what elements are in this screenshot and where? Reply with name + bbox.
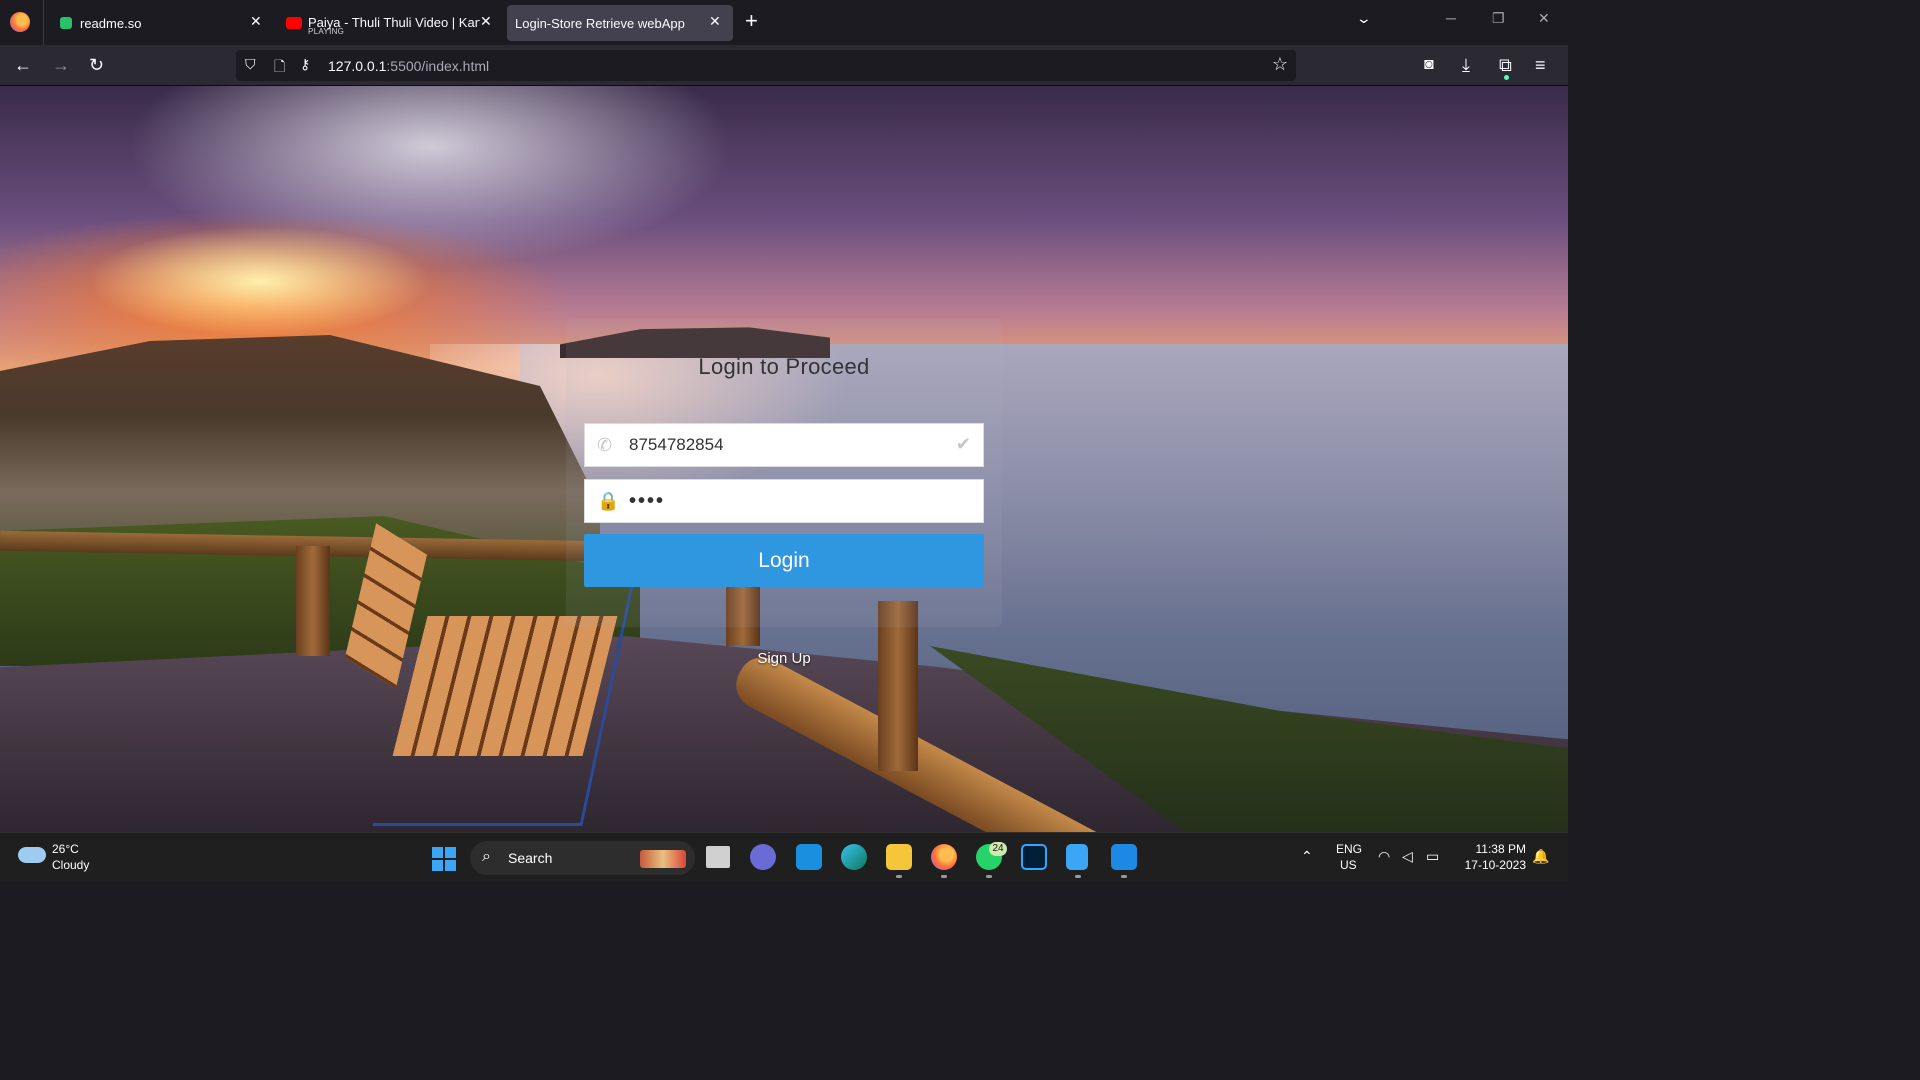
minimize-icon[interactable]: ─ xyxy=(1446,10,1456,26)
back-arrow-icon[interactable]: ← xyxy=(14,54,32,76)
teams-chat-icon[interactable] xyxy=(750,844,776,870)
phone-field[interactable]: ✆ ✔ xyxy=(584,423,984,467)
language-label[interactable]: ENG xyxy=(1336,842,1362,856)
download-icon[interactable]: ⤓ xyxy=(1462,54,1470,76)
wifi-icon[interactable]: ◠ xyxy=(1378,848,1390,865)
signup-link[interactable]: Sign Up xyxy=(734,650,834,667)
reload-icon[interactable]: ↻ xyxy=(89,54,104,76)
photoshop-icon[interactable] xyxy=(1021,844,1047,870)
login-button[interactable]: Login xyxy=(584,534,984,587)
edge-browser-icon[interactable] xyxy=(841,844,867,870)
notification-count-badge: 24 xyxy=(989,842,1007,856)
page-info-icon[interactable]: 🗋 xyxy=(274,56,285,80)
search-label: Search xyxy=(508,850,553,866)
search-highlight-art xyxy=(640,850,686,868)
battery-icon[interactable]: ▭ xyxy=(1426,848,1439,865)
tab-login-active[interactable]: Login-Store Retrieve webApp ✕ xyxy=(507,5,733,41)
url-host: 127.0.0.1 xyxy=(328,58,387,74)
running-indicator xyxy=(986,875,992,878)
extensions-icon[interactable]: ⧉ xyxy=(1499,54,1512,76)
pocket-icon[interactable]: ◙ xyxy=(1424,54,1434,76)
restore-icon[interactable]: ❐ xyxy=(1492,10,1505,27)
shield-icon[interactable]: ⛉ xyxy=(245,56,256,73)
tab-close-icon[interactable]: ✕ xyxy=(709,13,721,30)
tab-title: readme.so xyxy=(80,16,142,31)
running-indicator xyxy=(941,875,947,878)
running-indicator xyxy=(1121,875,1127,878)
file-explorer-icon[interactable] xyxy=(886,844,912,870)
password-input[interactable] xyxy=(629,480,929,522)
region-label[interactable]: US xyxy=(1340,858,1357,872)
tab-youtube[interactable]: Paiya - Thuli Thuli Video | Karthi PLAYI… xyxy=(276,5,502,41)
new-tab-button[interactable]: + xyxy=(745,9,758,33)
tab-close-icon[interactable]: ✕ xyxy=(480,13,492,30)
vscode-icon[interactable] xyxy=(1111,844,1137,870)
password-field[interactable]: 🔒 xyxy=(584,479,984,523)
notification-bell-icon[interactable]: 🔔 xyxy=(1532,848,1549,865)
volume-icon[interactable]: ◁ xyxy=(1402,848,1413,865)
cloud-icon[interactable] xyxy=(18,847,46,863)
bg-fence-post xyxy=(296,546,330,656)
login-title: Login to Proceed xyxy=(698,354,870,379)
weather-desc[interactable]: Cloudy xyxy=(52,858,89,872)
url-text[interactable]: 127.0.0.1:5500/index.html xyxy=(328,58,489,74)
taskbar: 26°C Cloudy ⌕ Search 24 ⌃ ENG US ◠ ◁ ▭ 1… xyxy=(0,832,1568,882)
notepad-icon[interactable] xyxy=(1066,844,1088,870)
taskbar-search[interactable]: ⌕ Search xyxy=(470,841,695,875)
search-icon: ⌕ xyxy=(482,848,491,865)
lock-icon: 🔒 xyxy=(597,491,620,511)
extension-status-dot xyxy=(1504,75,1509,80)
nav-bar: ← → ↻ ⛉ 🗋 ⚷ 127.0.0.1:5500/index.html ☆ … xyxy=(0,45,1568,86)
phone-input[interactable] xyxy=(629,424,929,466)
windows-start-icon[interactable] xyxy=(432,847,456,871)
firefox-taskbar-icon[interactable] xyxy=(931,844,957,870)
forward-arrow-icon[interactable]: → xyxy=(52,54,70,76)
tray-chevron-up-icon[interactable]: ⌃ xyxy=(1301,848,1313,865)
url-path: :5500/index.html xyxy=(386,58,490,74)
tab-readme[interactable]: readme.so ✕ xyxy=(46,5,272,41)
phone-icon: ✆ xyxy=(597,435,613,455)
tab-playing-label: PLAYING xyxy=(308,27,345,36)
bookmark-star-icon[interactable]: ☆ xyxy=(1272,54,1288,75)
youtube-favicon-icon xyxy=(286,17,302,29)
url-bar[interactable]: ⛉ 🗋 ⚷ 127.0.0.1:5500/index.html ☆ xyxy=(236,50,1296,81)
running-indicator xyxy=(1075,875,1081,878)
readme-favicon-icon xyxy=(60,17,72,29)
task-view-icon[interactable] xyxy=(706,846,730,868)
firefox-logo-icon[interactable] xyxy=(10,12,30,32)
tab-bar: readme.so ✕ Paiya - Thuli Thuli Video | … xyxy=(0,0,1568,45)
menu-hamburger-icon[interactable]: ≡ xyxy=(1535,54,1546,76)
window-close-icon[interactable]: ✕ xyxy=(1538,10,1550,27)
clock-date[interactable]: 17-10-2023 xyxy=(1452,858,1526,872)
list-all-tabs-chevron-icon[interactable]: ⌄ xyxy=(1356,10,1372,27)
check-icon: ✔ xyxy=(955,434,971,454)
weather-temp[interactable]: 26°C xyxy=(52,842,79,856)
running-indicator xyxy=(896,875,902,878)
key-icon[interactable]: ⚷ xyxy=(300,56,310,73)
tab-title: Login-Store Retrieve webApp xyxy=(515,16,685,31)
clock-time[interactable]: 11:38 PM xyxy=(1470,842,1526,856)
tab-divider xyxy=(43,0,44,45)
tab-close-icon[interactable]: ✕ xyxy=(250,13,262,30)
mail-icon[interactable] xyxy=(796,844,822,870)
